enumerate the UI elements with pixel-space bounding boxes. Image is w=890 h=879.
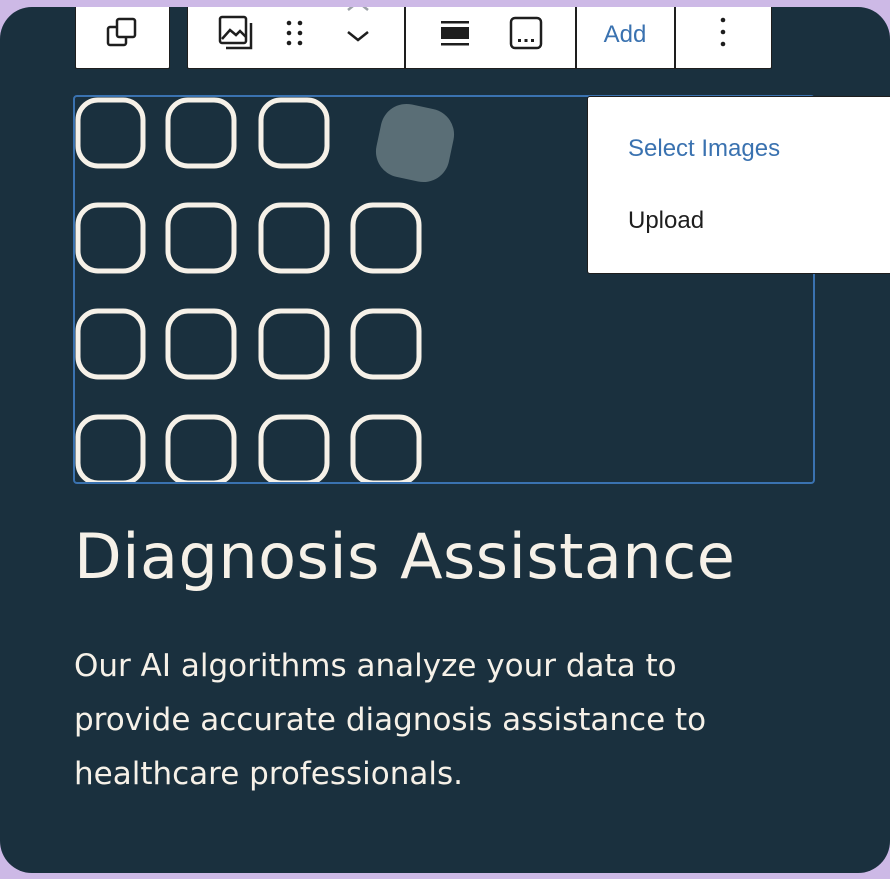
- caption-button[interactable]: [492, 7, 560, 68]
- chevron-up-icon[interactable]: [344, 7, 372, 20]
- section-paragraph[interactable]: Our AI algorithms analyze your data to p…: [74, 639, 794, 801]
- chevron-down-icon[interactable]: [344, 26, 372, 50]
- align-button[interactable]: [422, 7, 488, 68]
- duplicate-icon: [104, 15, 140, 55]
- section-heading[interactable]: Diagnosis Assistance: [74, 520, 735, 593]
- menu-item-upload[interactable]: Upload: [628, 207, 704, 235]
- drag-handle-icon: [283, 15, 307, 55]
- gallery-icon: [216, 13, 256, 57]
- add-button[interactable]: Add: [577, 7, 673, 68]
- more-options-button[interactable]: [676, 7, 770, 68]
- feature-card: Add Select Images Upload Diagnosis Assis…: [0, 7, 890, 873]
- blurred-square: [375, 103, 455, 183]
- add-button-label: Add: [603, 21, 647, 48]
- menu-item-select-images[interactable]: Select Images: [628, 135, 780, 163]
- caption-icon: [507, 14, 545, 56]
- move-buttons: [328, 7, 388, 68]
- toolbar-separator: [404, 7, 406, 68]
- drag-handle[interactable]: [278, 7, 312, 68]
- more-vertical-icon: [717, 15, 729, 55]
- toolbar-group-main: Add: [187, 7, 772, 69]
- transform-button[interactable]: [76, 7, 168, 68]
- add-dropdown-menu: Select Images Upload: [587, 96, 890, 274]
- align-full-icon: [437, 15, 473, 55]
- toolbar-group-transform: [75, 7, 170, 69]
- gallery-type-button[interactable]: [200, 7, 272, 68]
